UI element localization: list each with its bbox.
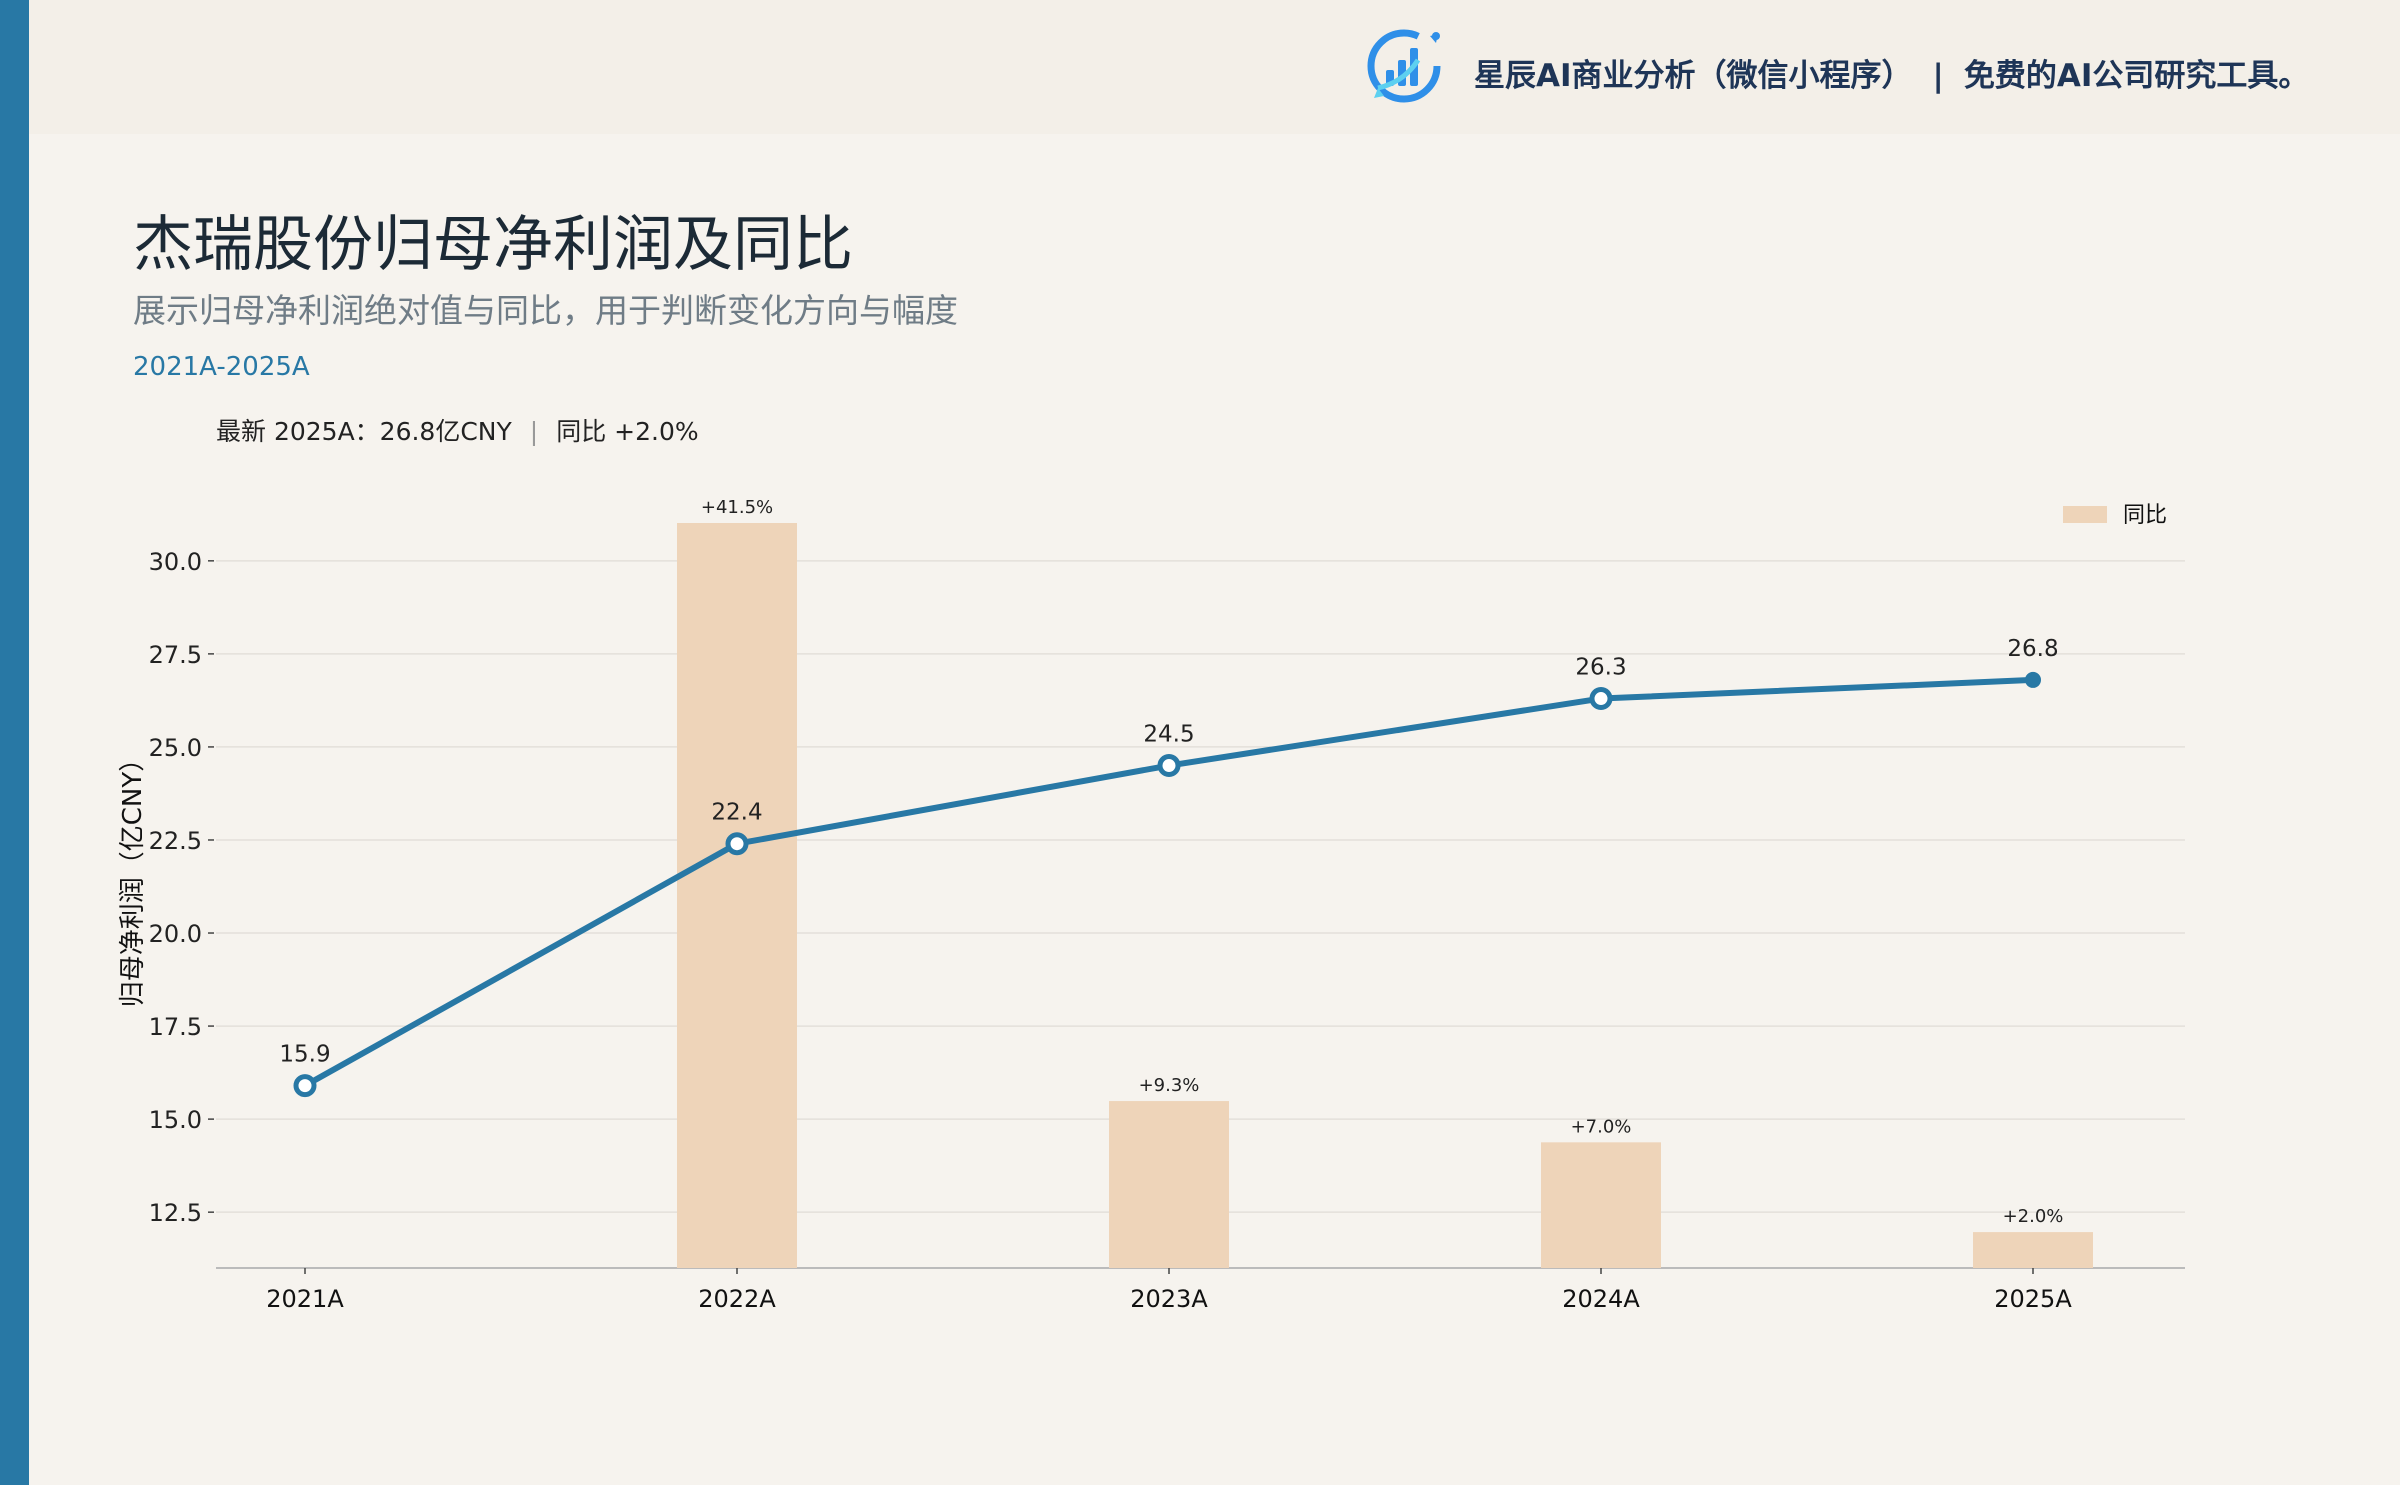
y-tick-label: 17.5	[149, 1013, 202, 1041]
x-tick-label: 2024A	[1562, 1285, 1640, 1313]
yoy-bar-label: +7.0%	[1571, 1116, 1632, 1137]
net-profit-label: 26.3	[1575, 655, 1626, 681]
legend-label: 同比	[2123, 503, 2167, 528]
y-tick-label: 25.0	[149, 734, 202, 762]
x-tick-label: 2023A	[1130, 1285, 1208, 1313]
combo-chart: 12.5 15.0 17.5 20.0 22.5 25.0 27.5 30.0 +41.5% +9…	[118, 497, 2185, 1313]
net-profit-point	[293, 1074, 317, 1098]
net-profit-label: 22.4	[711, 800, 762, 826]
y-tick-label: 12.5	[149, 1199, 202, 1227]
x-tick-label: 2025A	[1994, 1285, 2072, 1313]
y-axis-title: 归母净利润（亿CNY）	[118, 746, 148, 1008]
legend-swatch	[2063, 506, 2107, 523]
y-tick-label: 27.5	[149, 641, 202, 669]
yoy-bar	[1973, 1232, 2093, 1268]
net-profit-point	[1157, 754, 1181, 778]
x-tick-label: 2022A	[698, 1285, 776, 1313]
y-tick-label: 22.5	[149, 827, 202, 855]
net-profit-point	[1589, 687, 1613, 711]
y-tick-label: 20.0	[149, 920, 202, 948]
net-profit-label: 24.5	[1143, 722, 1194, 748]
net-profit-point	[2025, 671, 2041, 688]
yoy-bar-label: +9.3%	[1139, 1075, 1200, 1096]
net-profit-label: 26.8	[2007, 636, 2058, 662]
yoy-bar	[677, 523, 797, 1268]
net-profit-label: 15.9	[279, 1042, 330, 1068]
yoy-bar-label: +2.0%	[2003, 1206, 2064, 1227]
y-tick-label: 15.0	[149, 1106, 202, 1134]
yoy-bar	[1541, 1142, 1661, 1268]
net-profit-point	[725, 832, 749, 856]
yoy-bar	[1109, 1101, 1229, 1268]
x-tick-label: 2021A	[266, 1285, 344, 1313]
yoy-bar-label: +41.5%	[701, 497, 773, 518]
y-tick-label: 30.0	[149, 548, 202, 576]
